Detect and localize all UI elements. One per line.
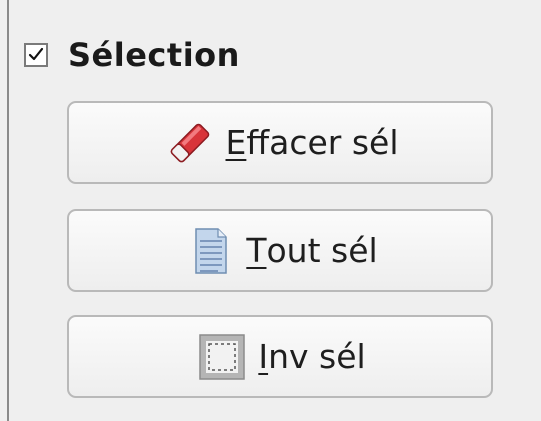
document-icon (182, 223, 238, 279)
invert-selection-label: Inv sél (258, 337, 366, 376)
checkbox-checked-icon (28, 47, 44, 61)
clear-selection-button[interactable]: Effacer sél (67, 101, 493, 184)
clear-selection-label: Effacer sél (225, 123, 399, 162)
selection-group-header: Sélection (24, 32, 240, 78)
selection-checkbox[interactable] (24, 43, 48, 67)
selection-group-title: Sélection (68, 36, 240, 74)
select-all-button[interactable]: Tout sél (67, 209, 493, 292)
select-all-label: Tout sél (246, 231, 378, 270)
inverse-selection-icon (194, 329, 250, 385)
invert-selection-button[interactable]: Inv sél (67, 315, 493, 398)
panel-border (7, 0, 9, 421)
selection-panel: Sélection Effacer sél T out sél I nv sél (0, 0, 541, 421)
eraser-icon (162, 115, 218, 171)
